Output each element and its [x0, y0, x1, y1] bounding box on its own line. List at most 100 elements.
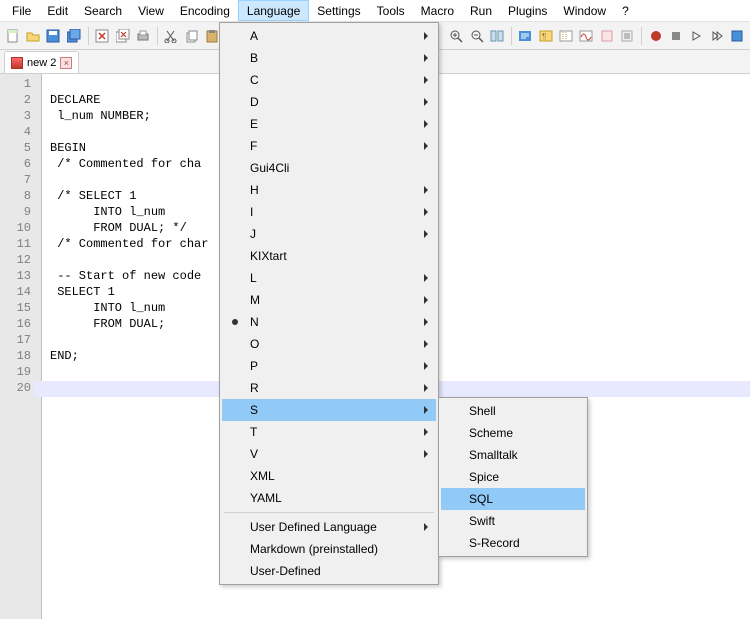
menu-item-label: I: [250, 205, 253, 219]
save-all-icon[interactable]: [65, 27, 82, 45]
lang-menu-item-l[interactable]: L: [222, 267, 436, 289]
lang-menu-item-t[interactable]: T: [222, 421, 436, 443]
lang-menu-item-a[interactable]: A: [222, 25, 436, 47]
menu-item-label: F: [250, 139, 257, 153]
submenu-arrow-icon: [424, 98, 428, 106]
submenu-item-smalltalk[interactable]: Smalltalk: [441, 444, 585, 466]
lang-menu-item-v[interactable]: V: [222, 443, 436, 465]
copy-icon[interactable]: [183, 27, 200, 45]
close-icon[interactable]: [94, 27, 111, 45]
line-number: 15: [0, 301, 41, 317]
zoom-in-icon[interactable]: [447, 27, 464, 45]
menu-run[interactable]: Run: [462, 0, 500, 21]
submenu-arrow-icon: [424, 406, 428, 414]
submenu-item-spice[interactable]: Spice: [441, 466, 585, 488]
menu-item-label: A: [250, 29, 258, 43]
menu-item-label: L: [250, 271, 257, 285]
lang-menu-item-d[interactable]: D: [222, 91, 436, 113]
menu-item-label: SQL: [469, 492, 493, 506]
cut-icon[interactable]: [163, 27, 180, 45]
indent-guide-icon[interactable]: [557, 27, 574, 45]
menu-macro[interactable]: Macro: [413, 0, 462, 21]
lang-menu-item-yaml[interactable]: YAML: [222, 487, 436, 509]
lang-menu-item-f[interactable]: F: [222, 135, 436, 157]
lang-menu-item-user-defined-language[interactable]: User Defined Language: [222, 516, 436, 538]
submenu-item-swift[interactable]: Swift: [441, 510, 585, 532]
line-number: 9: [0, 205, 41, 221]
save-icon[interactable]: [45, 27, 62, 45]
svg-text:¶: ¶: [542, 32, 546, 41]
line-number: 1: [0, 77, 41, 93]
menu-edit[interactable]: Edit: [39, 0, 76, 21]
menu-language[interactable]: Language: [238, 0, 309, 21]
submenu-arrow-icon: [424, 142, 428, 150]
line-number: 18: [0, 349, 41, 365]
submenu-item-sql[interactable]: SQL: [441, 488, 585, 510]
line-number: 19: [0, 365, 41, 381]
new-file-icon[interactable]: [4, 27, 21, 45]
submenu-arrow-icon: [424, 362, 428, 370]
menu-item-label: S-Record: [469, 536, 520, 550]
udl-icon[interactable]: [578, 27, 595, 45]
play-multi-icon[interactable]: [708, 27, 725, 45]
menu-search[interactable]: Search: [76, 0, 130, 21]
lang-menu-item-b[interactable]: B: [222, 47, 436, 69]
lang-menu-item-o[interactable]: O: [222, 333, 436, 355]
lang-menu-item-i[interactable]: I: [222, 201, 436, 223]
lang-menu-item-n[interactable]: N: [222, 311, 436, 333]
doc-list-icon[interactable]: [619, 27, 636, 45]
stop-macro-icon[interactable]: [667, 27, 684, 45]
submenu-arrow-icon: [424, 296, 428, 304]
lang-menu-item-kixtart[interactable]: KIXtart: [222, 245, 436, 267]
show-chars-icon[interactable]: ¶: [537, 27, 554, 45]
line-number: 13: [0, 269, 41, 285]
lang-menu-item-xml[interactable]: XML: [222, 465, 436, 487]
lang-menu-item-h[interactable]: H: [222, 179, 436, 201]
zoom-out-icon[interactable]: [468, 27, 485, 45]
submenu-item-shell[interactable]: Shell: [441, 400, 585, 422]
menu-item-label: P: [250, 359, 258, 373]
document-tab[interactable]: new 2 ×: [4, 51, 79, 73]
tab-close-button[interactable]: ×: [60, 57, 72, 69]
menu-encoding[interactable]: Encoding: [172, 0, 238, 21]
submenu-item-s-record[interactable]: S-Record: [441, 532, 585, 554]
menu-item-label: Markdown (preinstalled): [250, 542, 378, 556]
save-macro-icon[interactable]: [728, 27, 745, 45]
line-number: 2: [0, 93, 41, 109]
lang-menu-item-markdown-(preinstalled)[interactable]: Markdown (preinstalled): [222, 538, 436, 560]
lang-menu-item-c[interactable]: C: [222, 69, 436, 91]
close-all-icon[interactable]: [114, 27, 131, 45]
submenu-arrow-icon: [424, 54, 428, 62]
doc-map-icon[interactable]: [598, 27, 615, 45]
sync-scroll-icon[interactable]: [488, 27, 505, 45]
line-number: 14: [0, 285, 41, 301]
menu-item-label: C: [250, 73, 259, 87]
menu-item-label: KIXtart: [250, 249, 287, 263]
print-icon[interactable]: [134, 27, 151, 45]
word-wrap-icon[interactable]: [517, 27, 534, 45]
record-macro-icon[interactable]: [647, 27, 664, 45]
line-number: 3: [0, 109, 41, 125]
selected-bullet-icon: [232, 319, 238, 325]
lang-menu-item-j[interactable]: J: [222, 223, 436, 245]
menu-plugins[interactable]: Plugins: [500, 0, 555, 21]
language-submenu-s: Shell SchemeSmalltalkSpice SQL Swift S-Recor…: [438, 397, 588, 557]
open-file-icon[interactable]: [24, 27, 41, 45]
lang-menu-item-gui4cli[interactable]: Gui4Cli: [222, 157, 436, 179]
menu-settings[interactable]: Settings: [309, 0, 368, 21]
menu-item-label: T: [250, 425, 257, 439]
menu-view[interactable]: View: [130, 0, 172, 21]
lang-menu-item-e[interactable]: E: [222, 113, 436, 135]
submenu-item-scheme[interactable]: Scheme: [441, 422, 585, 444]
lang-menu-item-user-defined[interactable]: User-Defined: [222, 560, 436, 582]
play-macro-icon[interactable]: [688, 27, 705, 45]
menu-item-label: Shell: [469, 404, 496, 418]
menu-window[interactable]: Window: [555, 0, 614, 21]
menu-help[interactable]: ?: [614, 0, 637, 21]
lang-menu-item-m[interactable]: M: [222, 289, 436, 311]
menu-tools[interactable]: Tools: [369, 0, 413, 21]
lang-menu-item-s[interactable]: S: [222, 399, 436, 421]
lang-menu-item-r[interactable]: R: [222, 377, 436, 399]
lang-menu-item-p[interactable]: P: [222, 355, 436, 377]
menu-file[interactable]: File: [4, 0, 39, 21]
